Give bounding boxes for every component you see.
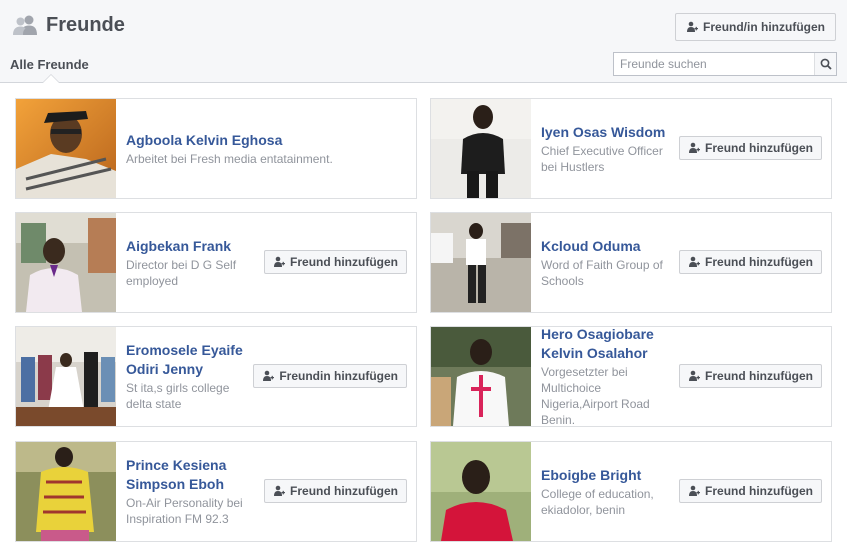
friend-info: Hero Osagiobare Kelvin Osalahor Vorgeset… xyxy=(541,325,676,427)
add-friend-label: Freund hinzufügen xyxy=(705,255,813,269)
friend-card: Agboola Kelvin Eghosa Arbeitet bei Fresh… xyxy=(15,98,417,199)
friend-subtitle: Vorgesetzter bei Multichoice Nigeria,Air… xyxy=(541,365,650,427)
friend-subtitle: Director bei D G Self employed xyxy=(126,257,237,288)
friend-name[interactable]: Agboola Kelvin Eghosa xyxy=(126,131,396,150)
add-person-icon xyxy=(689,256,701,267)
friend-info: Prince Kesiena Simpson Eboh On-Air Perso… xyxy=(126,442,251,541)
add-friend-label: Freund/in hinzufügen xyxy=(703,20,825,34)
add-friend-button[interactable]: Freundin hinzufügen xyxy=(253,364,407,388)
friend-name[interactable]: Eromosele Eyaife Odiri Jenny xyxy=(126,341,256,379)
add-person-icon xyxy=(274,256,286,267)
friend-card: Eboigbe Bright College of education, eki… xyxy=(430,441,832,542)
add-person-icon xyxy=(274,485,286,496)
add-friend-label: Freund hinzufügen xyxy=(705,369,813,383)
friend-name[interactable]: Prince Kesiena Simpson Eboh xyxy=(126,456,251,494)
friends-icon xyxy=(13,15,37,35)
add-friend-label: Freund hinzufügen xyxy=(705,484,813,498)
friend-name[interactable]: Eboigbe Bright xyxy=(541,466,671,485)
search-input[interactable] xyxy=(614,53,814,75)
profile-photo[interactable] xyxy=(431,327,531,426)
add-person-icon xyxy=(689,370,701,381)
search-box xyxy=(613,52,837,76)
add-person-icon xyxy=(687,21,699,32)
profile-photo[interactable] xyxy=(431,213,531,312)
friend-name[interactable]: Aigbekan Frank xyxy=(126,237,256,256)
add-friend-button[interactable]: Freund hinzufügen xyxy=(679,479,822,503)
tab-all-friends[interactable]: Alle Freunde xyxy=(10,57,89,72)
title-row: Freunde xyxy=(12,13,125,37)
page-header: Freunde Freund/in hinzufügen Alle Freund… xyxy=(0,0,847,83)
friend-subtitle: On-Air Personality bei Inspiration FM 92… xyxy=(126,496,243,526)
add-friend-label: Freundin hinzufügen xyxy=(279,369,398,383)
add-friend-label: Freund hinzufügen xyxy=(290,255,398,269)
friend-subtitle: Arbeitet bei Fresh media entatainment. xyxy=(126,151,333,166)
add-friend-button[interactable]: Freund/in hinzufügen xyxy=(675,13,836,41)
add-friend-button[interactable]: Freund hinzufügen xyxy=(679,364,822,388)
friend-subtitle: Word of Faith Group of Schools xyxy=(541,257,663,288)
profile-photo[interactable] xyxy=(16,99,116,198)
friend-subtitle: Chief Executive Officer bei Hustlers xyxy=(541,143,663,174)
search-icon xyxy=(820,58,832,70)
add-friend-label: Freund hinzufügen xyxy=(290,484,398,498)
friend-info: Eromosele Eyaife Odiri Jenny St ita,s gi… xyxy=(126,327,256,426)
friend-subtitle: College of education, ekiadolor, benin xyxy=(541,486,654,517)
add-friend-button[interactable]: Freund hinzufügen xyxy=(264,479,407,503)
friend-card: Hero Osagiobare Kelvin Osalahor Vorgeset… xyxy=(430,326,832,427)
add-person-icon xyxy=(689,142,701,153)
tab-caret xyxy=(43,75,59,83)
friend-card: Prince Kesiena Simpson Eboh On-Air Perso… xyxy=(15,441,417,542)
profile-photo[interactable] xyxy=(431,442,531,541)
friend-name[interactable]: Iyen Osas Wisdom xyxy=(541,123,676,142)
profile-photo[interactable] xyxy=(16,213,116,312)
friend-card: Kcloud Oduma Word of Faith Group of Scho… xyxy=(430,212,832,313)
friend-card: Eromosele Eyaife Odiri Jenny St ita,s gi… xyxy=(15,326,417,427)
profile-photo[interactable] xyxy=(16,442,116,541)
friend-card: Iyen Osas Wisdom Chief Executive Officer… xyxy=(430,98,832,199)
friend-name[interactable]: Kcloud Oduma xyxy=(541,237,671,256)
friend-subtitle: St ita,s girls college delta state xyxy=(126,381,230,411)
add-friend-button[interactable]: Freund hinzufügen xyxy=(679,136,822,160)
profile-photo[interactable] xyxy=(431,99,531,198)
friend-info: Iyen Osas Wisdom Chief Executive Officer… xyxy=(541,99,676,198)
friend-info: Aigbekan Frank Director bei D G Self emp… xyxy=(126,213,256,312)
add-person-icon xyxy=(689,485,701,496)
add-friend-button[interactable]: Freund hinzufügen xyxy=(264,250,407,274)
friend-card: Aigbekan Frank Director bei D G Self emp… xyxy=(15,212,417,313)
add-friend-label: Freund hinzufügen xyxy=(705,141,813,155)
add-friend-button[interactable]: Freund hinzufügen xyxy=(679,250,822,274)
friend-info: Kcloud Oduma Word of Faith Group of Scho… xyxy=(541,213,671,312)
profile-photo[interactable] xyxy=(16,327,116,426)
friend-info: Agboola Kelvin Eghosa Arbeitet bei Fresh… xyxy=(126,99,396,198)
friend-info: Eboigbe Bright College of education, eki… xyxy=(541,442,671,541)
friend-name[interactable]: Hero Osagiobare Kelvin Osalahor xyxy=(541,325,676,363)
search-button[interactable] xyxy=(814,53,836,75)
add-person-icon xyxy=(263,370,275,381)
page-title: Freunde xyxy=(46,13,125,36)
